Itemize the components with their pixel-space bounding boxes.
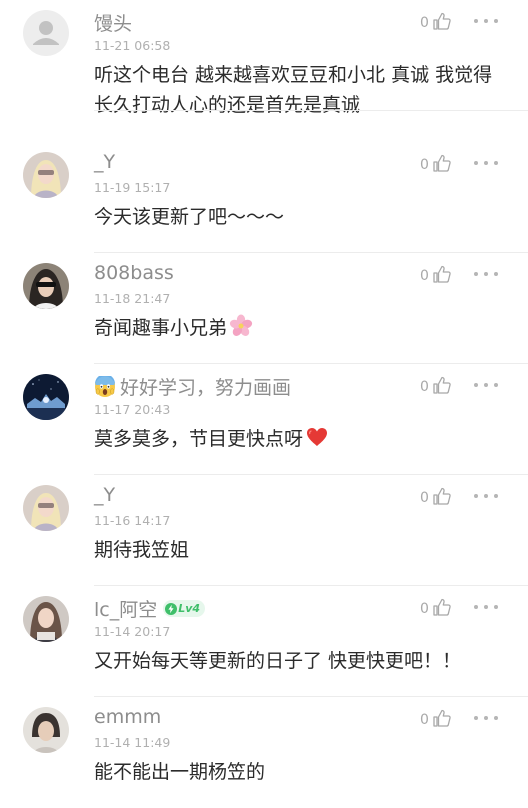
username[interactable]: 好好学习，努力画画 [94, 373, 291, 400]
timestamp: 11-18 21:47 [94, 291, 171, 306]
comment-text: 莫多莫多，节目更快点呀 [94, 424, 504, 454]
thumbs-up-icon [433, 12, 451, 30]
more-options-button[interactable] [474, 713, 498, 723]
like-button[interactable]: 0 [420, 596, 452, 618]
comment-item: _Y 11-19 15:17 今天该更新了吧～～～ 0 [0, 142, 528, 253]
timestamp: 11-17 20:43 [94, 402, 171, 417]
like-button[interactable]: 0 [420, 485, 452, 507]
comment-item: emmm 11-14 11:49 能不能出一期杨笠的 0 [0, 697, 528, 808]
comment-text: 听这个电台 越来越喜欢豆豆和小北 真诚 我觉得长久打动人心的还是首先是真诚 [94, 64, 493, 116]
avatar[interactable] [23, 263, 69, 309]
thumbs-up-icon [433, 598, 451, 616]
avatar[interactable] [23, 152, 69, 198]
like-count: 0 [420, 15, 429, 31]
comment-item: _Y 11-16 14:17 期待我笠姐 0 [0, 475, 528, 586]
like-button[interactable]: 0 [420, 263, 452, 285]
more-options-button[interactable] [474, 269, 498, 279]
thumbs-up-icon [433, 154, 451, 172]
level-badge: Lv4 [163, 600, 206, 617]
like-button[interactable]: 0 [420, 10, 452, 32]
username[interactable]: emmm [94, 706, 161, 728]
cherry-blossom-icon [229, 314, 253, 336]
comment-text: 奇闻趣事小兄弟 [94, 313, 504, 343]
lightning-icon [165, 602, 178, 615]
timestamp: 11-16 14:17 [94, 513, 171, 528]
comment-text: 期待我笠姐 [94, 539, 190, 561]
timestamp: 11-14 11:49 [94, 735, 171, 750]
like-button[interactable]: 0 [420, 374, 452, 396]
more-options-button[interactable] [474, 491, 498, 501]
username[interactable]: lc_阿空 Lv4 [94, 595, 206, 622]
more-options-button[interactable] [474, 602, 498, 612]
like-count: 0 [420, 157, 429, 173]
like-count: 0 [420, 268, 429, 284]
comment-text: 今天该更新了吧～～～ [94, 206, 285, 228]
thumbs-up-icon [433, 265, 451, 283]
timestamp: 11-19 15:17 [94, 180, 171, 195]
more-options-button[interactable] [474, 158, 498, 168]
more-options-button[interactable] [474, 16, 498, 26]
timestamp: 11-21 06:58 [94, 38, 171, 53]
username[interactable]: _Y [94, 484, 115, 506]
avatar[interactable] [23, 596, 69, 642]
more-options-button[interactable] [474, 380, 498, 390]
username[interactable]: 808bass [94, 262, 174, 284]
comment-item: 808bass 11-18 21:47 奇闻趣事小兄弟 0 [0, 253, 528, 364]
timestamp: 11-14 20:17 [94, 624, 171, 639]
like-count: 0 [420, 601, 429, 617]
thumbs-up-icon [433, 487, 451, 505]
avatar[interactable] [23, 374, 69, 420]
like-button[interactable]: 0 [420, 707, 452, 729]
comment-item: 好好学习，努力画画 11-17 20:43 莫多莫多，节目更快点呀 0 [0, 364, 528, 475]
thumbs-up-icon [433, 376, 451, 394]
screaming-face-icon [95, 375, 115, 397]
username[interactable]: 馒头 [94, 9, 132, 36]
avatar[interactable] [23, 485, 69, 531]
like-count: 0 [420, 712, 429, 728]
red-heart-icon [307, 428, 328, 446]
comment-item: lc_阿空 Lv4 11-14 20:17 又开始每天等更新的日子了 快更快更吧！… [0, 586, 528, 697]
comment-text: 能不能出一期杨笠的 [94, 761, 266, 783]
thumbs-up-icon [433, 709, 451, 727]
like-count: 0 [420, 379, 429, 395]
username[interactable]: _Y [94, 151, 115, 173]
avatar[interactable] [23, 707, 69, 753]
avatar[interactable] [23, 10, 69, 56]
like-button[interactable]: 0 [420, 152, 452, 174]
divider [94, 110, 528, 111]
like-count: 0 [420, 490, 429, 506]
comment-item: 馒头 11-21 06:58 听这个电台 越来越喜欢豆豆和小北 真诚 我觉得长久… [0, 0, 528, 116]
comment-text: 又开始每天等更新的日子了 快更快更吧！！ [94, 650, 462, 672]
